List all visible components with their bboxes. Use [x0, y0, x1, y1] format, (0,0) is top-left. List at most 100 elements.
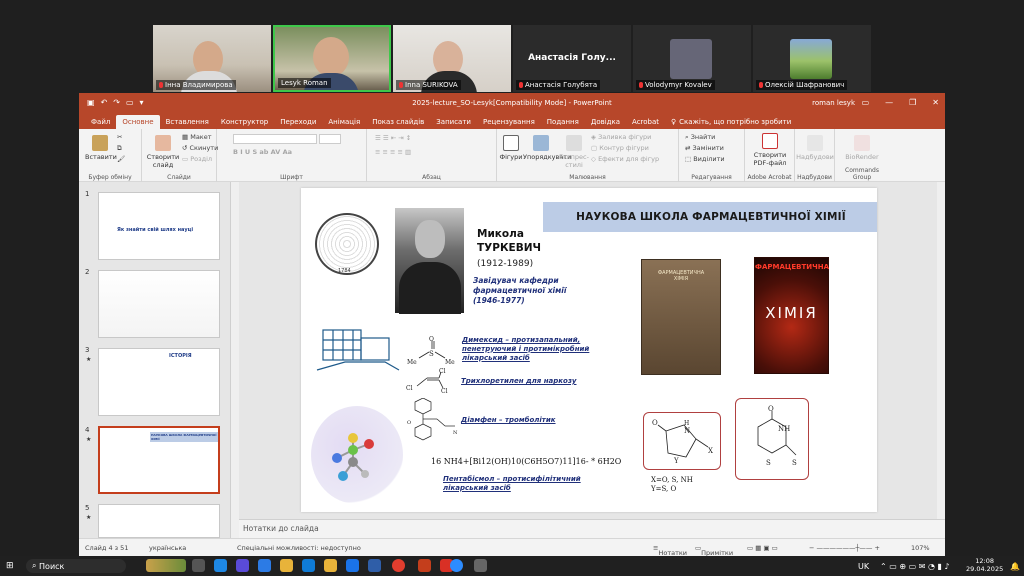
restore-icon[interactable]: ❐	[909, 98, 916, 107]
copilot-icon[interactable]	[236, 559, 249, 572]
tab-transitions[interactable]: Переходи	[274, 115, 322, 129]
tab-slideshow[interactable]: Показ слайдів	[366, 115, 430, 129]
paste-button[interactable]: Вставити	[85, 135, 117, 161]
zoom-level[interactable]: 107%	[911, 544, 930, 552]
trichloroethylene-structure[interactable]: Cl Cl Cl	[405, 368, 451, 394]
shape-fill-button[interactable]: ◈ Заливка фігури	[591, 133, 651, 141]
participant-tile[interactable]: Volodymyr Kovalev	[633, 25, 751, 92]
heterocycle-box-1[interactable]: O H N Y X	[643, 412, 721, 470]
cut-icon[interactable]: ✂	[117, 133, 122, 141]
app-icon[interactable]	[368, 559, 381, 572]
paragraph-list-icons[interactable]: ☰ ☰ ⇤ ⇥ ↕	[375, 134, 411, 142]
slide-thumbnail-pane[interactable]: 1 Як знайти свій шлях науці 2 3 ★ ІСТОРІ…	[79, 182, 231, 538]
zoom-slider[interactable]: − ——————┼—— +	[809, 544, 880, 552]
participant-tile[interactable]: Inna SURIKOVA	[393, 25, 511, 92]
book-cover-pharm-chem-1[interactable]: ФАРМАЦЕВТИЧНА ХІМІЯ	[641, 259, 721, 375]
tab-design[interactable]: Конструктор	[215, 115, 274, 129]
layout-button[interactable]: ▦ Макет	[182, 133, 212, 141]
notes-pane[interactable]: Нотатки до слайда	[239, 519, 945, 538]
section-button[interactable]: ▭ Розділ	[182, 155, 212, 163]
diamifen-structure[interactable]: O N	[405, 398, 467, 450]
language-indicator[interactable]: UK	[858, 559, 869, 573]
minimize-icon[interactable]: —	[885, 98, 893, 107]
book-cover-pharm-chem-2[interactable]: ФАРМАЦЕВТИЧНА ХІМІЯ	[754, 257, 829, 374]
university-seal-image[interactable]	[315, 213, 379, 275]
search-highlight-image[interactable]	[146, 559, 186, 572]
note-dimexide[interactable]: Димексид – протизапальний, пенетруючий і…	[462, 336, 592, 362]
tab-insert[interactable]: Вставлення	[160, 115, 215, 129]
folder-icon[interactable]	[324, 559, 337, 572]
edge-icon[interactable]	[302, 559, 315, 572]
portrait-photo[interactable]	[395, 208, 464, 314]
format-painter-icon[interactable]: 🖌	[117, 155, 125, 163]
comments-toggle[interactable]: ▭ Примітки	[695, 544, 733, 557]
ribbon-display-icon[interactable]: ▭	[862, 98, 870, 107]
slide-thumbnail-selected[interactable]: НАУКОВА ШКОЛА ФАРМАЦЕВТИЧНОЇ ХІМІЇ	[98, 426, 220, 494]
shape-outline-button[interactable]: ▢ Контур фігури	[591, 144, 649, 152]
person-last-name[interactable]: ТУРКЕВИЧ	[477, 242, 541, 254]
thumbnail-scrollbar[interactable]	[231, 182, 239, 538]
reset-button[interactable]: ↺ Скинути	[182, 144, 218, 152]
building-drawing[interactable]	[315, 316, 401, 376]
task-view-icon[interactable]	[192, 559, 205, 572]
tab-record[interactable]: Записати	[430, 115, 477, 129]
copy-icon[interactable]: ⧉	[117, 144, 122, 153]
shapes-button[interactable]: Фігури	[499, 135, 523, 161]
tab-review[interactable]: Рецензування	[477, 115, 541, 129]
close-icon[interactable]: ✕	[932, 98, 939, 107]
tab-file[interactable]: Файл	[85, 115, 116, 129]
zoom-app-icon[interactable]	[450, 559, 463, 572]
word-icon[interactable]	[346, 559, 359, 572]
powerpoint-icon[interactable]	[418, 559, 431, 572]
account-name[interactable]: roman lesyk	[812, 99, 855, 107]
clock[interactable]: 12:08 29.04.2025	[966, 557, 1003, 573]
note-pentabismol[interactable]: Пентабісмол – протисифілітичний лікарськ…	[443, 475, 583, 493]
language-indicator[interactable]: українська	[149, 544, 186, 552]
biorender-button[interactable]: BioRender	[837, 135, 887, 161]
find-button[interactable]: ⌕ Знайти	[685, 133, 715, 142]
font-size-field[interactable]	[319, 134, 341, 144]
notes-toggle[interactable]: ≡ Нотатки	[653, 544, 687, 557]
addins-button[interactable]: Надбудови	[795, 135, 835, 161]
heterocycle-box-2[interactable]: O NH S S	[735, 398, 809, 480]
new-slide-button[interactable]: Створити слайд	[146, 135, 180, 169]
font-format-icons[interactable]: B I U S ab AV Aa	[233, 148, 292, 156]
replace-button[interactable]: ⇄ Замінити	[685, 144, 724, 152]
notifications-icon[interactable]: 🔔	[1010, 559, 1020, 573]
dimexide-structure[interactable]: S O Me Me	[405, 336, 465, 366]
slide-thumbnail[interactable]	[98, 504, 220, 538]
quick-styles-button[interactable]: Експрес-стилі	[559, 135, 589, 169]
person-role[interactable]: Завідувач кафедри фармацевтичної хімії (…	[473, 276, 583, 305]
tab-animations[interactable]: Анімація	[322, 115, 366, 129]
slide-thumbnail[interactable]	[98, 270, 220, 338]
file-explorer-icon[interactable]	[280, 559, 293, 572]
person-first-name[interactable]: Микола	[477, 228, 524, 240]
teams-icon[interactable]	[258, 559, 271, 572]
tab-view[interactable]: Подання	[541, 115, 585, 129]
create-pdf-button[interactable]: Створити PDF-файл	[747, 133, 793, 167]
slide-scrollbar[interactable]	[937, 182, 945, 519]
participant-tile[interactable]: Анастасія Голу... Анастасія Голубята	[513, 25, 631, 92]
arrange-button[interactable]: Упорядкувати	[523, 135, 571, 161]
font-name-field[interactable]	[233, 134, 317, 144]
slide-thumbnail[interactable]: Як знайти свій шлях науці	[98, 192, 220, 260]
pentabismol-formula[interactable]: 16 NH4+[Bi12(OH)10(C6H5O7)11]16- * 6H2O	[431, 457, 621, 466]
participant-tile-active-speaker[interactable]: Lesyk Roman	[273, 25, 391, 92]
app-icon[interactable]	[474, 559, 487, 572]
start-button[interactable]: ⊞	[6, 559, 14, 573]
person-years[interactable]: (1912-1989)	[477, 259, 533, 269]
shape-effects-button[interactable]: ◇ Ефекти для фігур	[591, 155, 659, 163]
ring-legend[interactable]: X=O, S, NH Y=S, O	[651, 476, 693, 494]
slide-banner-title[interactable]: НАУКОВА ШКОЛА ФАРМАЦЕВТИЧНОЇ ХІМІЇ	[543, 202, 877, 232]
tab-help[interactable]: Довідка	[585, 115, 626, 129]
tell-me-search[interactable]: ♀ Скажіть, що потрібно зробити	[665, 115, 797, 129]
select-button[interactable]: ⬚ Виділити	[685, 155, 725, 163]
paragraph-align-icons[interactable]: ≡ ≡ ≡ ≡ ▥	[375, 148, 411, 156]
accessibility-status[interactable]: Спеціальні можливості: недоступно	[237, 544, 361, 552]
slide-canvas[interactable]: НАУКОВА ШКОЛА ФАРМАЦЕВТИЧНОЇ ХІМІЇ 1784 …	[301, 188, 877, 512]
chrome-icon[interactable]	[392, 559, 405, 572]
note-trichloroethylene[interactable]: Трихлоретилен для наркозу	[461, 377, 576, 386]
tab-home[interactable]: Основне	[116, 115, 160, 129]
tab-acrobat[interactable]: Acrobat	[626, 115, 665, 129]
slide-thumbnail[interactable]: ІСТОРІЯ	[98, 348, 220, 416]
